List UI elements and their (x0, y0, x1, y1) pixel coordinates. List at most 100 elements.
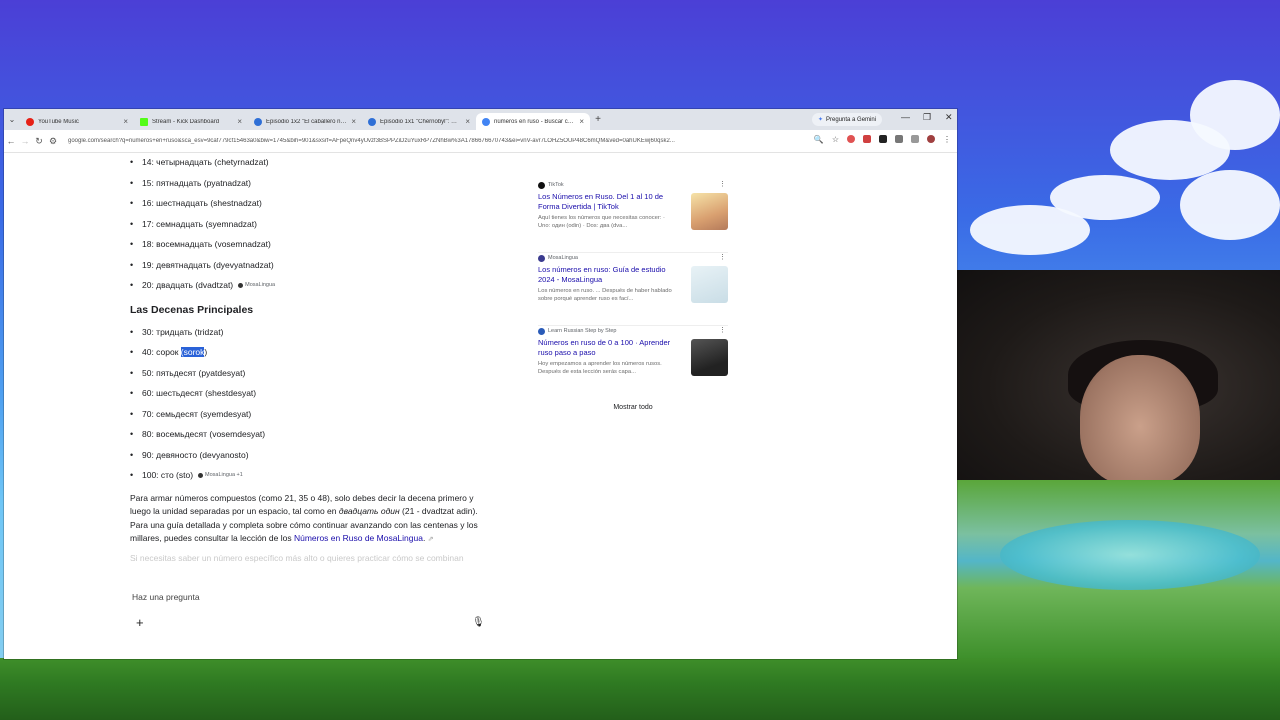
learn-russian-icon (538, 327, 545, 335)
ask-gemini-button[interactable]: ✦ Pregunta a Gemini (812, 113, 883, 126)
card-thumbnail (691, 193, 728, 230)
mosalingua-link[interactable]: Números en Ruso de MosaLingua (294, 533, 423, 543)
sidebar-icon[interactable] (911, 135, 919, 143)
link-icon[interactable]: ⇗ (428, 536, 434, 543)
tab-kick-dashboard[interactable]: Stream - Kick Dashboard × (134, 113, 248, 130)
zoom-icon[interactable]: 🔍 (814, 135, 824, 144)
tab-google-search[interactable]: números en ruso - Buscar con... × (476, 113, 590, 130)
list-item: 14: четырнадцать (chetyrnadzat) (130, 152, 490, 173)
tab-youtube-music[interactable]: YouTube Music × (20, 113, 134, 130)
ask-question-input[interactable]: Haz una pregunta (132, 592, 200, 602)
tab-label: números en ruso - Buscar con... (494, 118, 576, 125)
menu-icon[interactable]: ⋮ (943, 135, 951, 144)
tab-search-icon[interactable]: ⌄ (4, 115, 20, 124)
forward-icon[interactable]: → (18, 136, 32, 146)
browser-window: ⌄ YouTube Music × Stream - Kick Dashboar… (4, 109, 957, 659)
add-icon[interactable]: + (136, 615, 144, 630)
list-item: 40: сорок (sorok) (130, 342, 490, 363)
tab-bar: ⌄ YouTube Music × Stream - Kick Dashboar… (4, 109, 957, 130)
list-item-text: ) (204, 347, 208, 358)
card-thumbnail (691, 266, 728, 303)
list-item: 90: девяносто (devyanosto) (130, 445, 490, 466)
bookmark-star-icon[interactable]: ☆ (832, 135, 839, 144)
more-options-icon[interactable]: ⋮ (719, 253, 726, 261)
close-icon[interactable]: × (465, 117, 470, 126)
source-card[interactable]: MosaLingua ⋮ Los números en ruso: Guía d… (538, 253, 728, 326)
source-card[interactable]: TikTok ⋮ Los Números en Ruso. Del 1 al 1… (538, 180, 728, 253)
page-content: 14: четырнадцать (chetyrnadzat) 15: пятн… (4, 152, 957, 659)
microphone-icon[interactable]: 🎙 (472, 617, 485, 628)
card-snippet: Aquí tienes los números que necesitas co… (538, 215, 665, 229)
card-title[interactable]: Números en ruso de 0 a 100 · Aprender ru… (538, 338, 678, 358)
numbers-list: 14: четырнадцать (chetyrnadzat) 15: пятн… (130, 152, 490, 296)
list-item: 80: восемьдесят (vosemdesyat) (130, 424, 490, 445)
list-item: 18: восемнадцать (vosemnadzat) (130, 234, 490, 255)
list-item: 50: пятьдесят (pyatdesyat) (130, 363, 490, 384)
cloud (1180, 170, 1280, 240)
list-item: 30: тридцать (tridzat) (130, 322, 490, 343)
more-options-icon[interactable]: ⋮ (719, 326, 726, 334)
kick-icon (140, 117, 148, 126)
mosalingua-icon (238, 282, 244, 288)
close-icon[interactable]: × (351, 117, 356, 126)
extension-icon[interactable] (879, 135, 887, 143)
paragraph-text: . (422, 533, 426, 543)
source-card[interactable]: Learn Russian Step by Step ⋮ Números en … (538, 326, 728, 398)
site-icon (368, 117, 376, 126)
reload-icon[interactable]: ↻ (32, 136, 46, 147)
tiktok-icon (538, 181, 545, 189)
card-source-name: TikTok (548, 182, 564, 188)
site-info-icon[interactable]: ⚙ (46, 136, 60, 147)
section-heading: Las Decenas Principales (130, 303, 254, 316)
close-icon[interactable]: × (123, 117, 128, 126)
back-icon[interactable]: ← (4, 136, 18, 146)
card-title[interactable]: Los Números en Ruso. Del 1 al 10 de Form… (538, 192, 678, 212)
list-item-text: 40: сорок (142, 347, 181, 358)
close-icon[interactable]: × (237, 117, 242, 126)
tab-label: Episodio 1x1 "Chernobyl": Onli... (380, 118, 462, 125)
extension-icon[interactable] (863, 135, 871, 143)
card-source: MosaLingua (538, 253, 728, 263)
selected-text: (sorok (180, 347, 205, 358)
youtube-music-icon (26, 117, 34, 126)
cloud (1190, 80, 1280, 150)
close-window-button[interactable]: ✕ (945, 112, 953, 123)
source-chip-label: MosaLingua (245, 282, 276, 289)
card-source: TikTok (538, 180, 728, 190)
profile-avatar[interactable] (927, 135, 935, 143)
mosalingua-icon (538, 254, 545, 262)
list-item: 60: шестьдесят (shestdesyat) (130, 383, 490, 404)
source-chip[interactable]: MosaLingua +1 (198, 472, 243, 478)
close-icon[interactable]: × (579, 117, 584, 126)
extension-icon[interactable] (847, 135, 855, 143)
show-all-button[interactable]: Mostrar todo (538, 404, 728, 411)
url-field[interactable]: google.com/search?q=numeros+en+ruso&sca_… (68, 138, 768, 144)
more-options-icon[interactable]: ⋮ (719, 180, 726, 188)
answer-paragraph: Para armar números compuestos (como 21, … (130, 492, 490, 547)
card-thumbnail (691, 339, 728, 376)
card-snippet: Los números en ruso. ... Después de habe… (538, 288, 672, 302)
tab-label: Episodio 1x2 "El caballero negr... (266, 118, 348, 125)
toolbar-icons: 🔍 ☆ ⋮ (814, 135, 951, 144)
tab-episodio-1x1[interactable]: Episodio 1x1 "Chernobyl": Onli... × (362, 113, 476, 130)
address-bar: ← → ↻ ⚙ google.com/search?q=numeros+en+r… (4, 130, 957, 153)
restore-button[interactable]: ❐ (923, 112, 931, 123)
extensions-puzzle-icon[interactable] (895, 135, 903, 143)
gemini-icon: ✦ (818, 117, 824, 123)
paragraph-italic: двадцать один (338, 506, 400, 516)
webcam-person (1080, 355, 1200, 485)
site-icon (254, 117, 262, 126)
grass-foreground (0, 658, 1280, 720)
sources-panel: TikTok ⋮ Los Números en Ruso. Del 1 al 1… (538, 180, 728, 411)
source-chip[interactable]: MosaLingua (238, 282, 275, 288)
minimize-button[interactable]: — (901, 112, 910, 122)
card-title[interactable]: Los números en ruso: Guía de estudio 202… (538, 265, 678, 285)
list-item: 15: пятнадцать (pyatnadzat) (130, 173, 490, 194)
tens-list: 30: тридцать (tridzat) 40: сорок (sorok)… (130, 322, 490, 486)
card-source: Learn Russian Step by Step (538, 326, 728, 336)
card-source-name: MosaLingua (548, 255, 578, 261)
list-item: 19: девятнадцать (dyevyatnadzat) (130, 255, 490, 276)
new-tab-button[interactable]: + (590, 114, 606, 125)
google-icon (482, 117, 490, 126)
tab-episodio-1x2[interactable]: Episodio 1x2 "El caballero negr... × (248, 113, 362, 130)
